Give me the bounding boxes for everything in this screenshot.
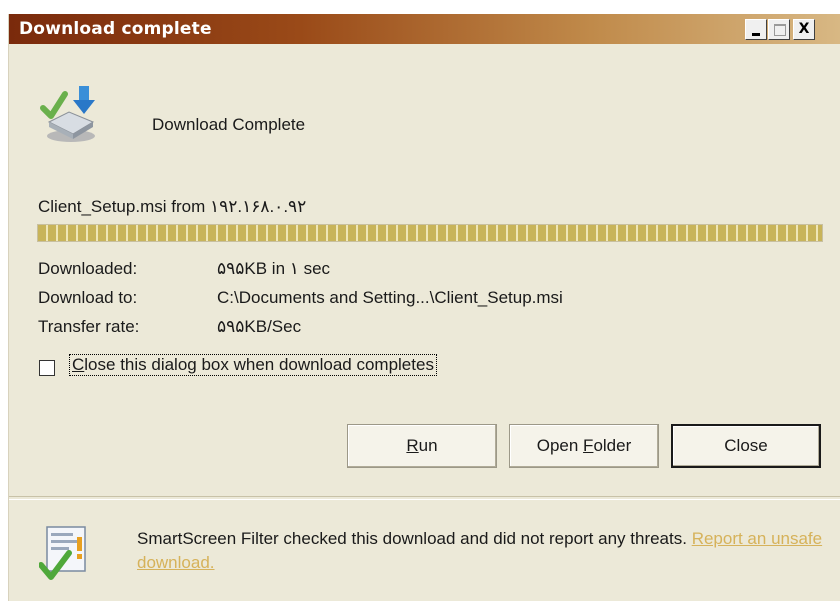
close-icon: X (798, 21, 810, 37)
run-mnemonic: R (406, 436, 419, 455)
transfer-rate-value: ۵۹۵KB/Sec (217, 317, 302, 336)
minimize-button[interactable] (745, 19, 767, 40)
transfer-rate-label: Transfer rate: (38, 317, 140, 336)
title-bar[interactable]: Download complete X (9, 14, 840, 44)
close-on-complete-checkbox[interactable] (39, 360, 55, 376)
downloaded-value: ۵۹۵KB in ۱ sec (217, 259, 331, 278)
close-window-button[interactable]: X (793, 19, 815, 40)
close-on-complete-mnemonic: C (72, 355, 85, 374)
download-source: Client_Setup.msi from ۱۹۲.۱۶۸.۰.۹۲ (38, 197, 307, 216)
run-label: un (418, 436, 438, 455)
download-progress-bar (37, 224, 823, 242)
maximize-icon (774, 24, 786, 36)
download-dialog: Download complete X Download Complete Cl… (8, 14, 840, 601)
download-to-label: Download to: (38, 288, 138, 307)
close-button[interactable]: Close (671, 424, 821, 468)
open-folder-button[interactable]: Open Folder (509, 424, 659, 468)
minimize-icon (752, 33, 760, 36)
run-button[interactable]: Run (347, 424, 497, 468)
open-folder-label: older (593, 436, 632, 455)
open-folder-prefix: Open (536, 436, 584, 455)
progress-fill (38, 225, 822, 241)
header-text: Download Complete (152, 115, 306, 134)
download-complete-icon (40, 86, 95, 142)
smartscreen-message: SmartScreen Filter checked this download… (137, 527, 827, 575)
download-to-value: C:\Documents and Setting...\Client_Setup… (217, 288, 563, 307)
separator (9, 496, 840, 500)
shield-check-icon (39, 526, 86, 580)
window-title: Download complete (19, 19, 212, 39)
smartscreen-text: SmartScreen Filter checked this download… (137, 529, 692, 548)
maximize-button (768, 19, 790, 40)
downloaded-label: Downloaded: (38, 259, 138, 278)
open-folder-mnemonic: F (583, 436, 594, 455)
close-on-complete-text: lose this dialog box when download compl… (84, 355, 434, 374)
close-on-complete-label[interactable]: Close this dialog box when download comp… (69, 354, 437, 376)
